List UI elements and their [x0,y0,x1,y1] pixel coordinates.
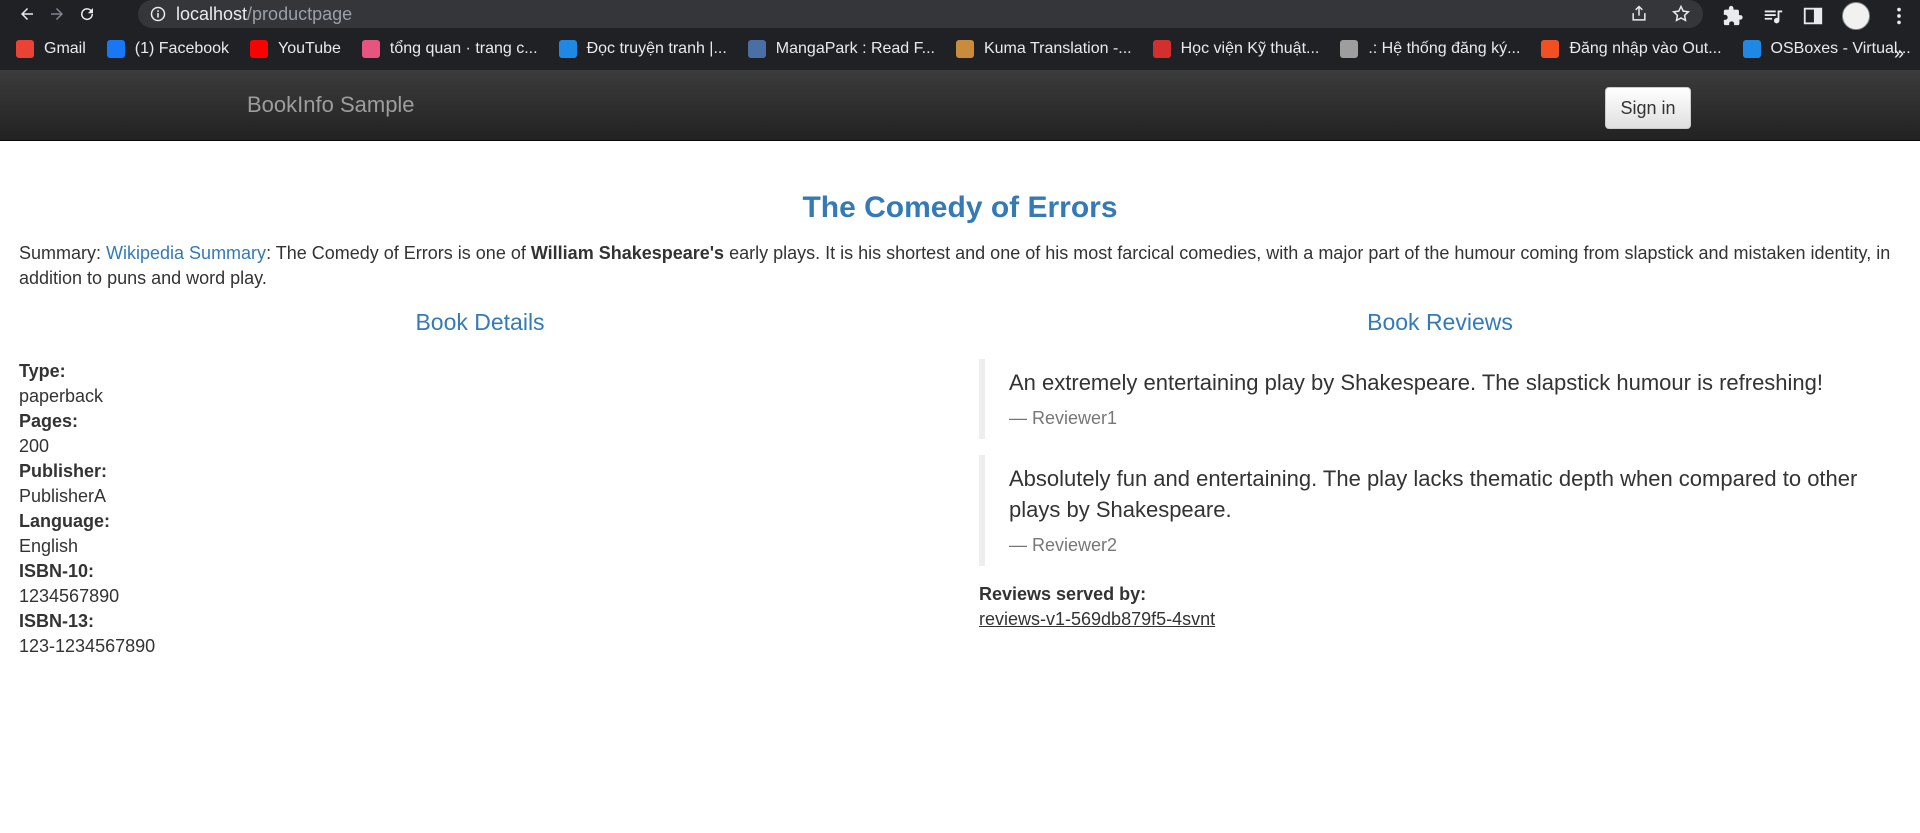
reload-button[interactable] [72,0,102,28]
book-details-heading: Book Details [415,309,545,335]
bookmark-star-icon[interactable] [1671,4,1691,24]
detail-value: paperback [19,386,104,406]
bookmark-item[interactable]: Học viện Kỹ thuật... [1152,40,1320,58]
detail-label: ISBN-10: [19,561,95,581]
url-path: /productpage [247,3,353,24]
detail-label: Type: [19,361,66,381]
bookmark-label: Đăng nhập vào Out... [1569,40,1722,57]
detail-value: 1234567890 [19,586,120,606]
reviews-list: An extremely entertaining play by Shakes… [979,359,1901,566]
kuma-icon [955,40,974,58]
bookmark-label: .: Hệ thống đăng ký... [1368,40,1521,57]
bookmarks-overflow-button[interactable]: » [1894,43,1904,64]
back-button[interactable] [12,0,42,28]
profile-avatar[interactable] [1842,2,1870,30]
bookmarks-bar: Gmail (1) Facebook YouTube tổng quan · tran… [0,28,1920,70]
reviewer-name: — Reviewer2 [1009,535,1118,555]
comic-icon [558,40,577,58]
bookmark-label: tổng quan · trang c... [389,40,538,57]
brand-link[interactable]: BookInfo Sample [247,92,415,118]
review-item: An extremely entertaining play by Shakes… [979,359,1901,439]
more-menu-icon[interactable] [1888,5,1910,27]
review-item: Absolutely fun and entertaining. The pla… [979,455,1901,566]
academy-icon [1152,40,1171,58]
bookmark-label: YouTube [278,40,341,57]
product-summary: Summary: Wikipedia Summary: The Comedy o… [19,241,1901,291]
youtube-icon [250,40,269,58]
detail-value: English [19,536,79,556]
forward-arrow-icon [51,8,63,20]
reload-icon [81,8,94,21]
site-icon [361,40,380,58]
review-text: Absolutely fun and entertaining. The pla… [1009,466,1858,522]
served-by-host: reviews-v1-569db879f5-4svnt [979,609,1216,629]
bookmark-label: Gmail [44,40,86,57]
globe-icon [1340,40,1359,58]
microsoft-icon [1541,40,1560,58]
detail-label: Publisher: [19,461,108,481]
url-host: localhost [176,3,248,24]
reviewer-name: — Reviewer1 [1009,408,1118,428]
osboxes-icon [1742,40,1761,58]
facebook-icon [106,40,125,58]
book-reviews-section: Book Reviews An extremely entertaining p… [979,309,1901,677]
detail-label: Pages: [19,411,79,431]
review-text: An extremely entertaining play by Shakes… [1009,370,1824,395]
wikipedia-summary-link[interactable]: Wikipedia Summary [106,243,266,263]
url-text: localhost/productpage [176,4,352,25]
bookmark-item[interactable]: tổng quan · trang c... [361,40,538,58]
detail-value: 123-1234567890 [19,636,156,656]
app-navbar: BookInfo Sample Sign in [0,70,1920,141]
summary-author: William Shakespeare's [530,243,725,263]
bookmark-item[interactable]: Đọc truyện tranh |... [558,40,727,58]
gmail-icon [16,40,34,58]
main-content: The Comedy of Errors Summary: Wikipedia … [0,191,1920,677]
bookmark-item[interactable]: OSBoxes - Virtual... [1742,40,1911,58]
bookmark-item[interactable]: MangaPark : Read F... [747,40,935,58]
share-icon[interactable] [1629,4,1649,24]
bookmark-item[interactable]: YouTube [250,40,341,58]
bookmark-label: Kuma Translation -... [983,40,1132,57]
bookmark-item[interactable]: Kuma Translation -... [955,40,1132,58]
detail-value: 200 [19,436,50,456]
bookmark-item[interactable]: .: Hệ thống đăng ký... [1340,40,1520,58]
sign-in-button[interactable]: Sign in [1605,87,1691,129]
bookmark-label: OSBoxes - Virtual... [1770,40,1911,57]
summary-prefix: Summary: [19,243,107,263]
mangapark-icon [747,40,766,58]
book-details-section: Book Details Type: paperback Pages: 200 Publ… [19,309,979,677]
summary-mid: : The Comedy of Errors is one of [266,243,531,263]
detail-value: PublisherA [19,486,107,506]
bookmark-label: Học viện Kỹ thuật... [1180,40,1320,57]
book-reviews-heading: Book Reviews [1367,309,1513,335]
bookmark-label: (1) Facebook [134,40,230,57]
site-info-icon[interactable] [150,6,166,22]
page-title: The Comedy of Errors [802,191,1118,224]
extensions-icon[interactable] [1722,5,1744,27]
book-details-list: Type: paperback Pages: 200 Publisher: Publish… [19,359,979,659]
browser-toolbar: localhost/productpage [0,0,1920,30]
bookmark-item[interactable]: (1) Facebook [106,40,230,58]
reviews-served-by: Reviews served by: reviews-v1-569db879f5… [979,582,1901,632]
back-arrow-icon [21,8,33,20]
bookmark-label: MangaPark : Read F... [775,40,935,57]
detail-label: Language: [19,511,111,531]
detail-label: ISBN-13: [19,611,95,631]
forward-button[interactable] [42,0,72,28]
browser-chrome: localhost/productpage Gmail (1) Facebook Y… [0,0,1920,70]
bookmark-item[interactable]: Gmail [16,40,86,58]
bookmark-label: Đọc truyện tranh |... [586,40,727,57]
bookmark-item[interactable]: Đăng nhập vào Out... [1541,40,1722,58]
side-panel-icon[interactable] [1802,5,1824,27]
served-by-label: Reviews served by: [979,584,1147,604]
media-queue-icon[interactable] [1762,5,1784,27]
address-bar[interactable]: localhost/productpage [138,0,1703,28]
